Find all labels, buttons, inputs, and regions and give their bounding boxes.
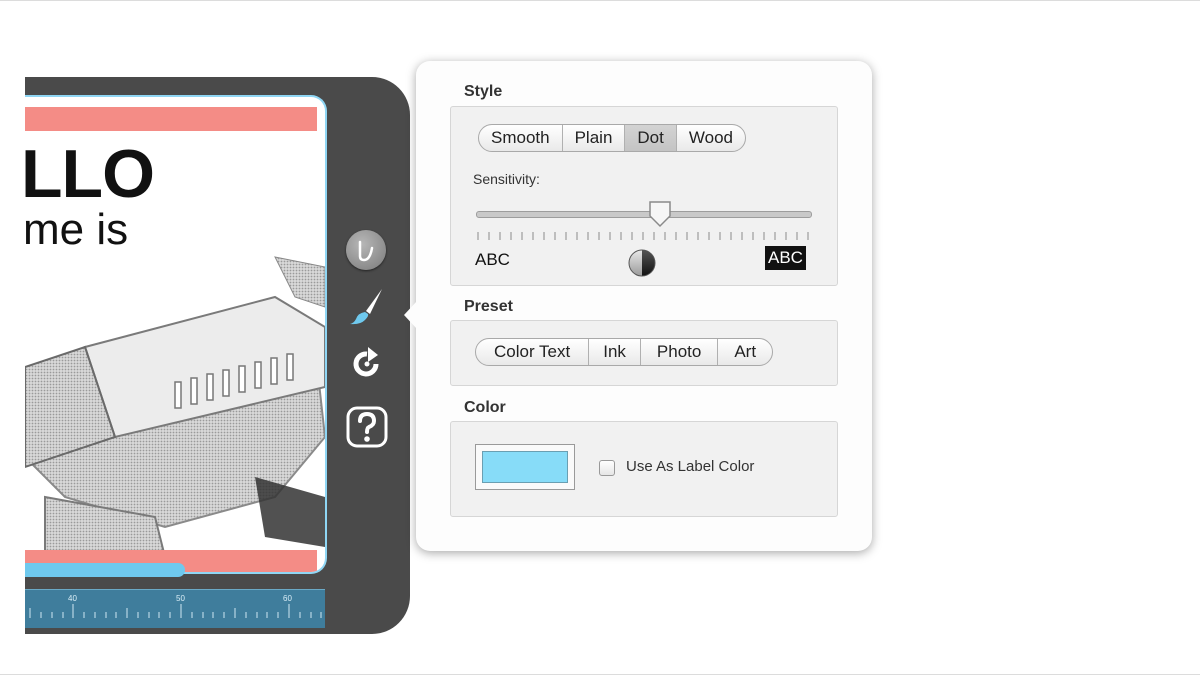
preset-segmented-control: Color Text Ink Photo Art [475,338,774,366]
preset-option-color-text[interactable]: Color Text [476,339,590,365]
stroke-style-tool[interactable] [346,230,386,270]
color-section-title: Color [464,399,506,416]
light-text-sample: ABC [475,250,510,269]
style-option-smooth[interactable]: Smooth [479,125,563,151]
label-length-bar[interactable] [25,563,185,577]
length-ruler: 40 50 60 [25,589,325,628]
use-as-label-color-label[interactable]: Use As Label Color [626,458,754,475]
rotate-tool[interactable] [346,343,388,385]
style-group: Smooth Plain Dot Wood Sensitivity: ABC A… [450,106,838,286]
style-section-title: Style [464,83,503,100]
label-subline: me is [25,205,129,254]
ruler-number: 40 [68,594,77,603]
ruler-number: 60 [283,594,292,603]
preset-section-title: Preset [464,298,513,315]
ruler-ticks [29,604,322,618]
style-popover: Style Smooth Plain Dot Wood Sensitivity: [404,61,872,551]
color-group: Use As Label Color [450,421,838,517]
brush-tool[interactable] [346,285,388,327]
dark-text-sample: ABC [765,246,806,270]
use-as-label-color-checkbox[interactable] [599,460,615,476]
sensitivity-slider-thumb[interactable] [648,200,672,228]
preset-option-art[interactable]: Art [718,339,772,365]
style-option-plain[interactable]: Plain [563,125,626,151]
stroke-icon [358,240,374,262]
ruler-number: 50 [176,594,185,603]
style-option-wood[interactable]: Wood [677,125,745,151]
help-tool[interactable] [345,405,389,449]
color-swatch [482,451,568,483]
rotate-icon [353,347,379,377]
label-preview[interactable]: LLO me is [25,97,325,572]
sensitivity-slider-track[interactable] [476,211,812,218]
paintbrush-icon [350,289,382,325]
contrast-icon [628,249,656,277]
label-headline: LLO [25,136,155,212]
color-well[interactable] [475,444,575,490]
popover-arrow [404,301,417,329]
sensitivity-label: Sensitivity: [473,171,540,187]
preset-option-photo[interactable]: Photo [641,339,719,365]
style-segmented-control: Smooth Plain Dot Wood [478,124,746,152]
label-top-stripe [25,107,317,131]
sensitivity-ticks [477,232,809,240]
style-option-dot[interactable]: Dot [625,125,677,151]
preset-group: Color Text Ink Photo Art [450,320,838,386]
question-icon [346,406,388,448]
preset-option-ink[interactable]: Ink [589,339,641,365]
